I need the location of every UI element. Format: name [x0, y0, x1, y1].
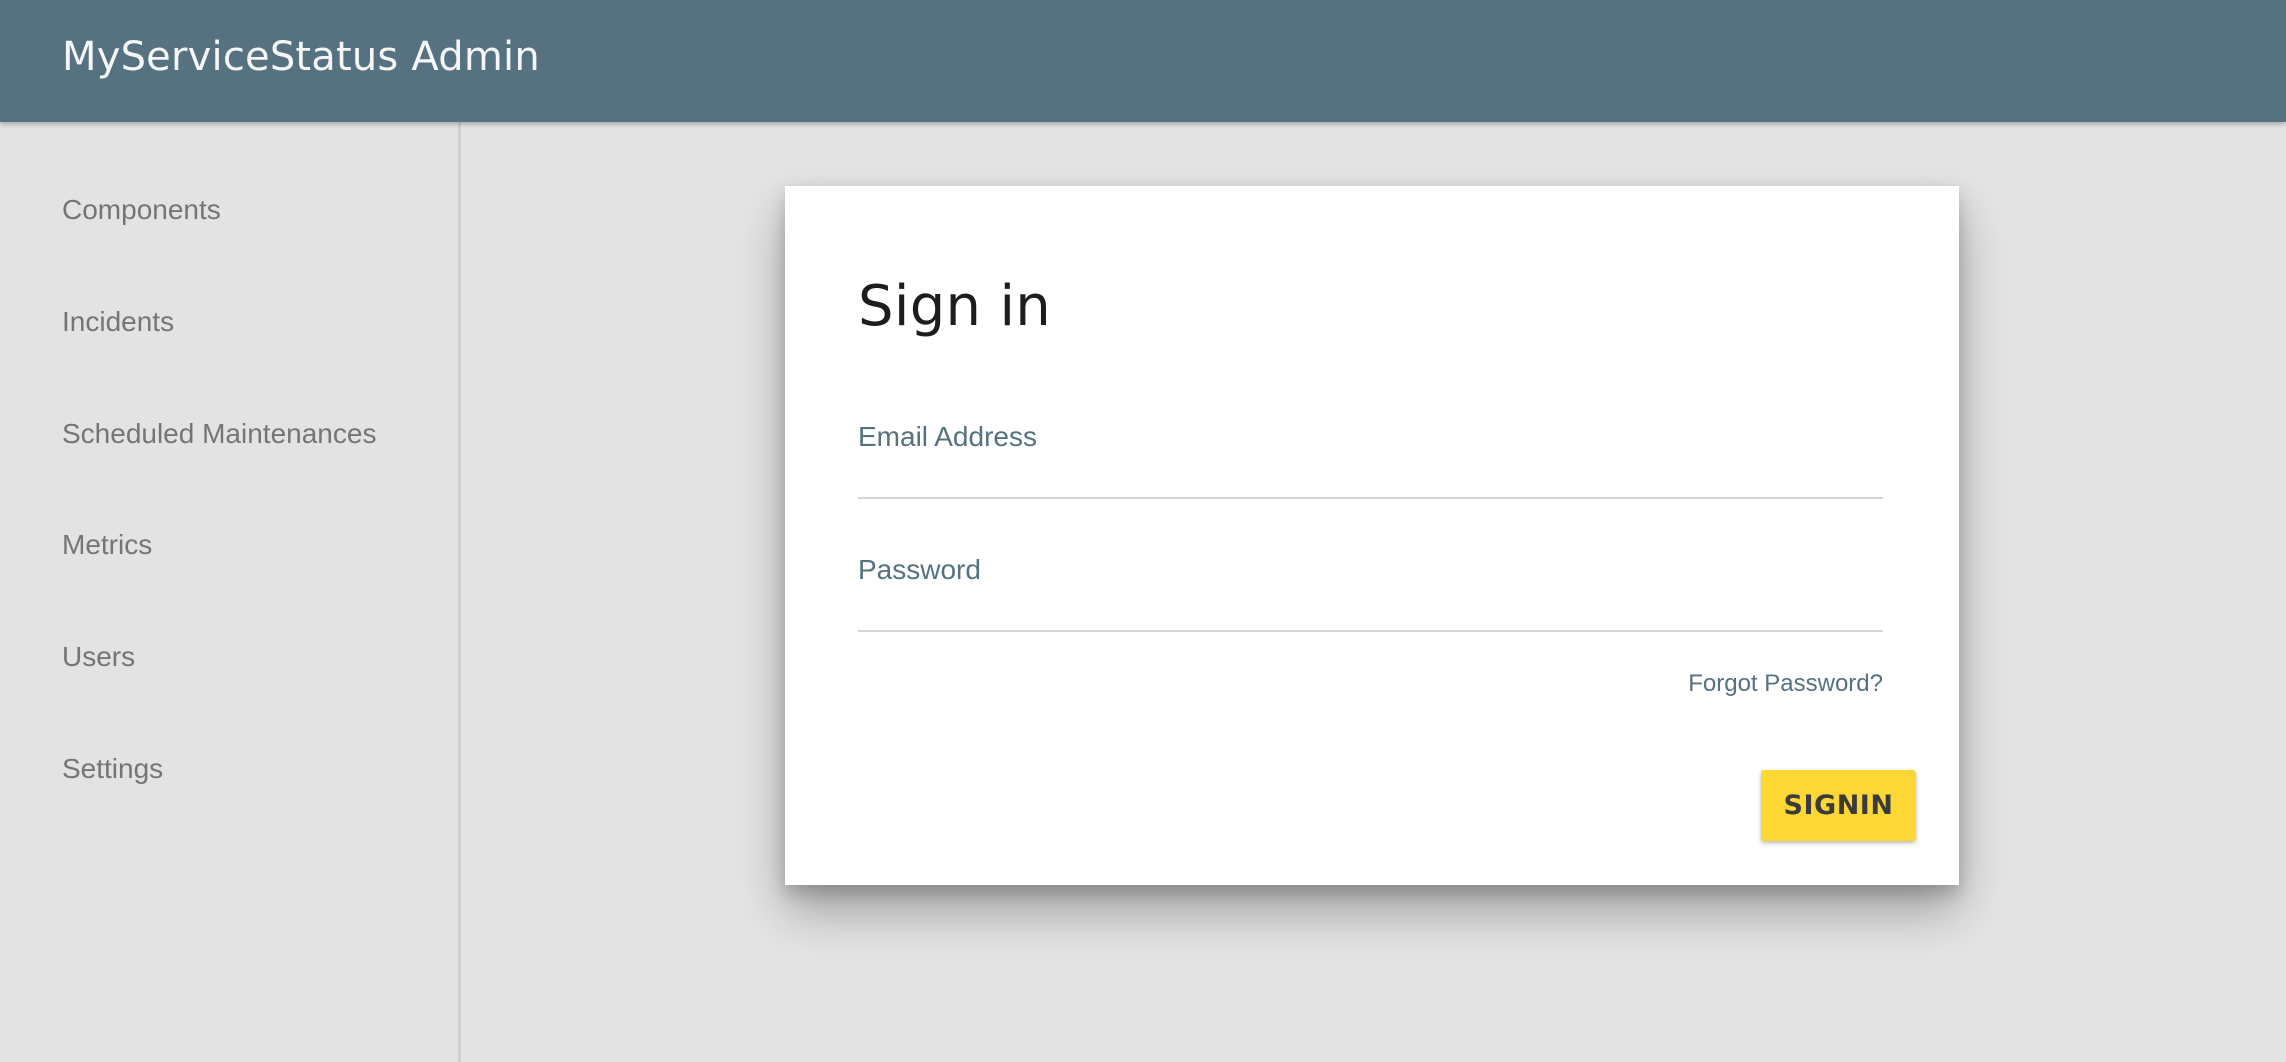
- sidebar: Components Incidents Scheduled Maintenan…: [0, 122, 461, 1062]
- sidebar-item-metrics[interactable]: Metrics: [62, 515, 442, 575]
- app-header: MyServiceStatus Admin: [0, 0, 2286, 122]
- sidebar-item-components[interactable]: Components: [62, 180, 442, 240]
- email-field-group: Email Address: [858, 421, 1883, 501]
- signin-button[interactable]: SIGNIN: [1761, 770, 1916, 841]
- app-title[interactable]: MyServiceStatus Admin: [62, 34, 540, 80]
- password-field[interactable]: [858, 580, 1883, 632]
- sidebar-item-scheduled-maintenances[interactable]: Scheduled Maintenances: [62, 404, 442, 464]
- sidebar-item-incidents[interactable]: Incidents: [62, 292, 442, 352]
- password-field-group: Password: [858, 554, 1883, 634]
- sidebar-item-users[interactable]: Users: [62, 627, 442, 687]
- signin-card: Sign in Email Address Password Forgot Pa…: [785, 186, 1959, 885]
- page-title: Sign in: [858, 274, 1052, 339]
- sidebar-item-settings[interactable]: Settings: [62, 739, 442, 799]
- email-field[interactable]: [858, 447, 1883, 499]
- forgot-password-link[interactable]: Forgot Password?: [1688, 670, 1883, 698]
